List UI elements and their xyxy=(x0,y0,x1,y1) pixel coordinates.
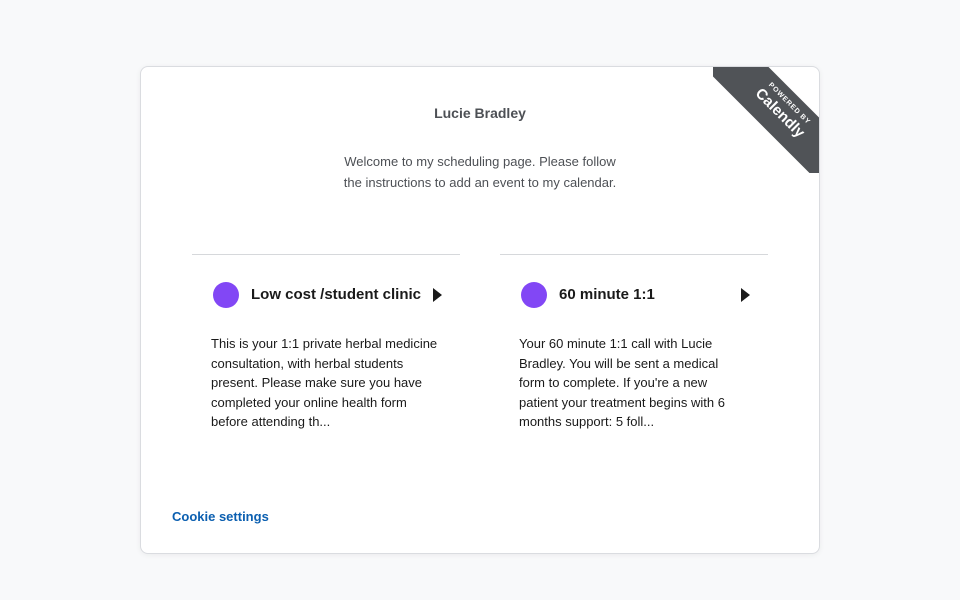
event-type-low-cost-clinic[interactable]: Low cost /student clinic This is your 1:… xyxy=(192,255,460,455)
caret-right-icon xyxy=(433,288,442,302)
event-description: Your 60 minute 1:1 call with Lucie Bradl… xyxy=(519,336,725,429)
event-color-dot xyxy=(213,282,239,308)
event-description: This is your 1:1 private herbal medicine… xyxy=(211,336,438,429)
event-header: 60 minute 1:1 xyxy=(521,282,750,308)
caret-right-icon xyxy=(741,288,750,302)
owner-name: Lucie Bradley xyxy=(434,105,526,121)
event-type-60-minute[interactable]: 60 minute 1:1 Your 60 minute 1:1 call wi… xyxy=(500,255,768,455)
event-header: Low cost /student clinic xyxy=(213,282,442,308)
welcome-message: Welcome to my scheduling page. Please fo… xyxy=(343,154,617,190)
event-color-dot xyxy=(521,282,547,308)
cookie-settings-link[interactable]: Cookie settings xyxy=(172,509,269,524)
event-title: 60 minute 1:1 xyxy=(559,286,655,303)
event-title: Low cost /student clinic xyxy=(251,286,422,303)
scheduling-card: POWERED BY Calendly Lucie Bradley Welcom… xyxy=(140,66,820,554)
